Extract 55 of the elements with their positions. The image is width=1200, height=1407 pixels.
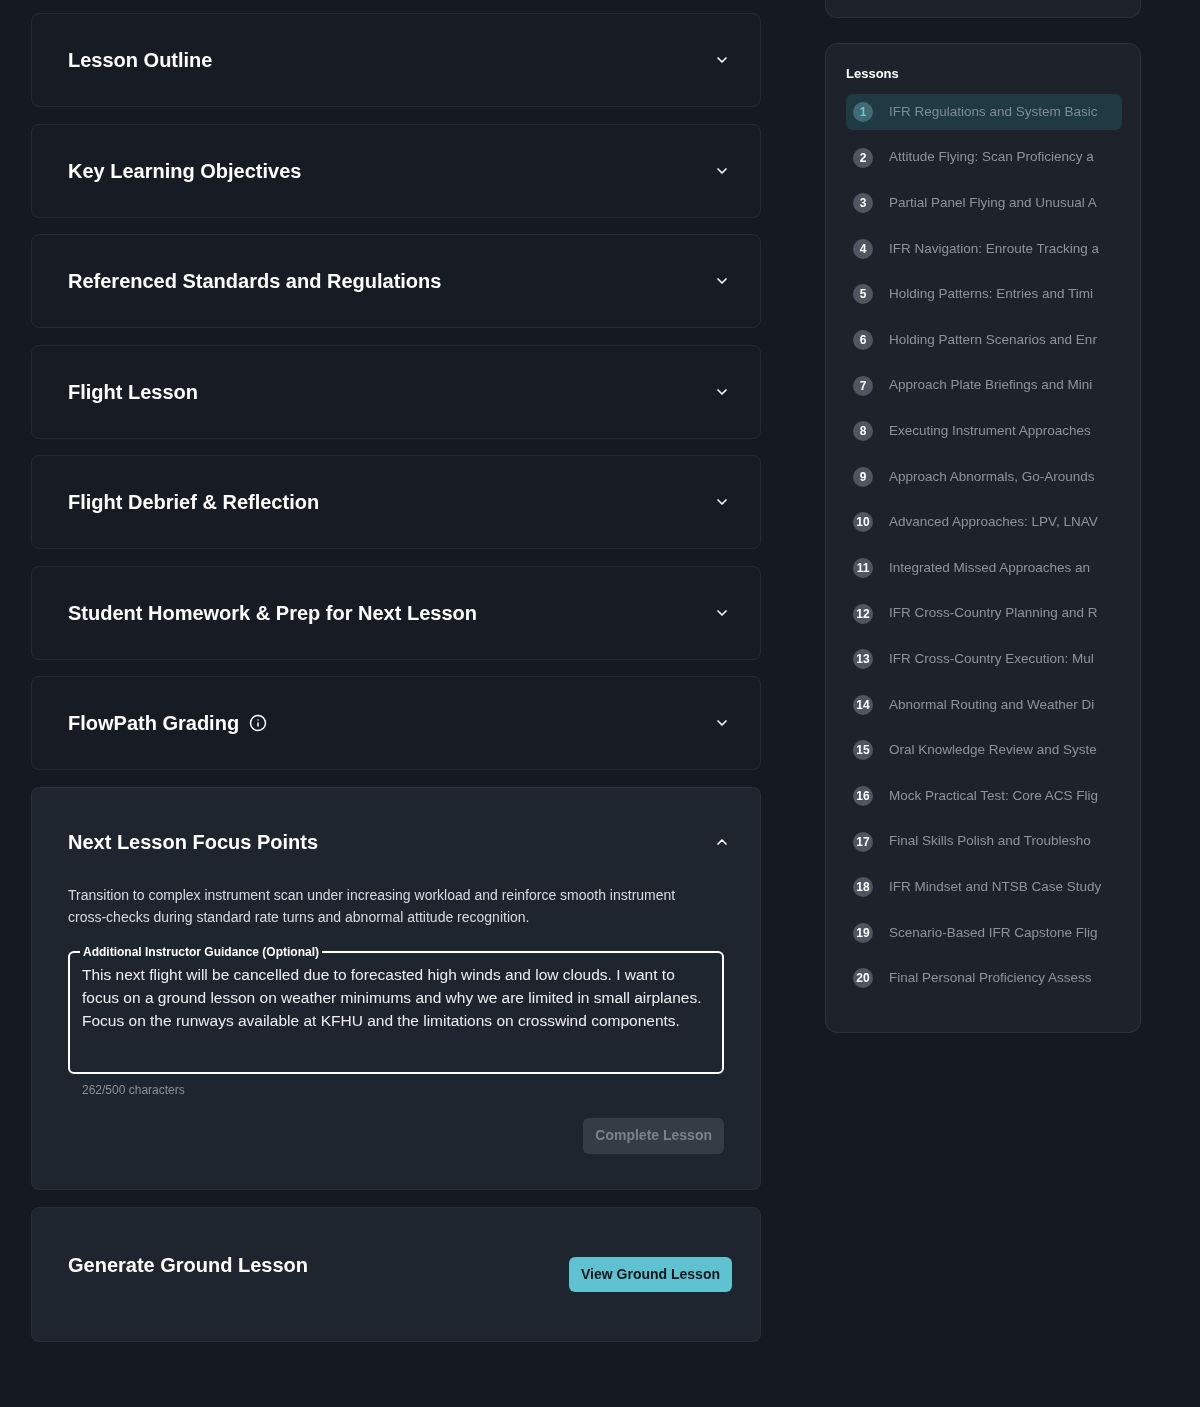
character-counter: 262/500 characters xyxy=(82,1081,186,1098)
lesson-item[interactable]: 2 Attitude Flying: Scan Proficiency a xyxy=(846,139,1122,176)
lesson-item[interactable]: 18 IFR Mindset and NTSB Case Study xyxy=(846,869,1122,906)
lesson-item[interactable]: 6 Holding Pattern Scenarios and Enr xyxy=(846,321,1122,358)
info-icon[interactable] xyxy=(249,714,268,732)
lesson-number: 17 xyxy=(853,831,873,852)
lesson-number: 8 xyxy=(853,421,873,442)
lesson-number: 1 xyxy=(853,102,873,122)
lesson-number: 4 xyxy=(853,238,873,259)
lesson-number: 7 xyxy=(853,375,873,396)
section-toggle[interactable]: Lesson Outline xyxy=(68,48,724,72)
lesson-number: 11 xyxy=(853,557,873,578)
section-toggle[interactable]: Referenced Standards and Regulations xyxy=(68,269,724,293)
lesson-item[interactable]: 1 IFR Regulations and System Basic xyxy=(846,94,1122,130)
lesson-item[interactable]: 3 Partial Panel Flying and Unusual A xyxy=(846,185,1122,222)
lesson-item[interactable]: 7 Approach Plate Briefings and Mini xyxy=(846,367,1122,404)
lesson-number: 16 xyxy=(853,785,873,806)
lesson-number: 14 xyxy=(853,694,873,715)
lesson-item[interactable]: 17 Final Skills Polish and Troublesho xyxy=(846,823,1122,860)
ground-lesson-title: Generate Ground Lesson xyxy=(68,1252,309,1277)
section-toggle[interactable]: Flight Debrief & Reflection xyxy=(68,490,724,514)
section-toggle[interactable]: Next Lesson Focus Points xyxy=(68,829,724,854)
lesson-number: 13 xyxy=(853,649,873,670)
lesson-number: 18 xyxy=(853,877,873,898)
lesson-number: 3 xyxy=(853,193,873,214)
lesson-number: 19 xyxy=(853,922,873,943)
lesson-item[interactable]: 11 Integrated Missed Approaches an xyxy=(846,549,1122,586)
lessons-heading: Lessons xyxy=(846,66,900,82)
lesson-item[interactable]: 4 IFR Navigation: Enroute Tracking a xyxy=(846,230,1122,267)
lesson-item[interactable]: 9 Approach Abnormals, Go-Arounds xyxy=(846,458,1122,495)
section-toggle[interactable]: Flight Lesson xyxy=(68,379,724,404)
lesson-number: 6 xyxy=(853,329,873,350)
lesson-item[interactable]: 20 Final Personal Proficiency Assess xyxy=(846,960,1122,997)
view-ground-lesson-button[interactable]: View Ground Lesson xyxy=(569,1257,732,1292)
guidance-field[interactable]: Additional Instructor Guidance (Optional) This next flight will be cancelled due to forecasted high winds and low clouds. I want to focus on a ground lesson on weather minimums and why we are limited in small airplanes. Focus on the runways available at KFHU and the limitations on crosswind components. xyxy=(68,944,724,1074)
focus-description: Transition to complex instrument scan under increasing workload and reinforce smooth instrument cross-checks during standard rate turns and abnormal attitude recognition. xyxy=(68,885,677,927)
lesson-item[interactable]: 15 Oral Knowledge Review and Syste xyxy=(846,732,1122,769)
lesson-number: 5 xyxy=(853,284,873,305)
lesson-item[interactable]: 16 Mock Practical Test: Core ACS Flig xyxy=(846,777,1122,814)
section-toggle[interactable]: FlowPath Grading xyxy=(68,711,724,735)
lesson-number: 20 xyxy=(853,968,873,989)
lesson-item[interactable]: 19 Scenario-Based IFR Capstone Flig xyxy=(846,914,1122,951)
lesson-number: 12 xyxy=(853,603,873,624)
lesson-item[interactable]: 14 Abnormal Routing and Weather Di xyxy=(846,686,1122,723)
lesson-item[interactable]: 12 IFR Cross-Country Planning and R xyxy=(846,595,1122,632)
section-toggle[interactable]: Student Homework & Prep for Next Lesson xyxy=(68,600,724,625)
lesson-number: 15 xyxy=(853,740,873,761)
lesson-item[interactable]: 5 Holding Patterns: Entries and Timi xyxy=(846,276,1122,313)
lesson-item[interactable]: 10 Advanced Approaches: LPV, LNAV xyxy=(846,504,1122,541)
lesson-number: 10 xyxy=(853,512,873,533)
lesson-item[interactable]: 8 Executing Instrument Approaches xyxy=(846,413,1122,450)
lesson-number: 9 xyxy=(853,466,873,487)
section-toggle[interactable]: Key Learning Objectives xyxy=(68,158,724,183)
lesson-number: 2 xyxy=(853,147,873,168)
lesson-item[interactable]: 13 IFR Cross-Country Execution: Mul xyxy=(846,641,1122,678)
